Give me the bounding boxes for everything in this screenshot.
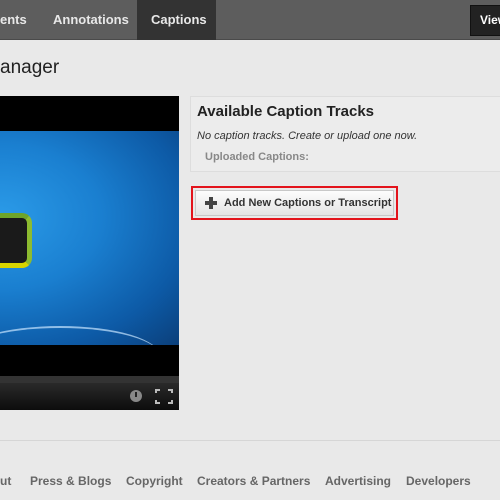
top-nav: ents Annotations Captions View: [0, 0, 500, 40]
windows-logo: [0, 213, 32, 268]
footer-link-creators[interactable]: Creators & Partners: [197, 474, 310, 488]
tab-comments[interactable]: ents: [0, 0, 41, 40]
progress-bar[interactable]: [0, 376, 179, 383]
caption-tracks-panel: Available Caption Tracks No caption trac…: [190, 96, 500, 172]
footer-link-press[interactable]: Press & Blogs: [30, 474, 111, 488]
wallpaper-swoosh: [0, 326, 160, 345]
video-frame: [0, 131, 179, 345]
footer-divider: [0, 440, 500, 441]
fullscreen-icon[interactable]: [155, 389, 173, 404]
footer-link-about[interactable]: ut: [0, 474, 11, 488]
highlight-box: Add New Captions or Transcript: [191, 186, 398, 220]
footer-link-copyright[interactable]: Copyright: [126, 474, 183, 488]
panel-heading: Available Caption Tracks: [197, 103, 375, 120]
video-player[interactable]: [0, 96, 179, 410]
tab-captions[interactable]: Captions: [137, 0, 216, 40]
add-captions-button[interactable]: Add New Captions or Transcript: [195, 190, 394, 216]
footer-link-developers[interactable]: Developers: [406, 474, 471, 488]
plus-icon: [205, 197, 217, 209]
footer-link-advertising[interactable]: Advertising: [325, 474, 391, 488]
tab-annotations[interactable]: Annotations: [53, 0, 129, 40]
player-controls: [0, 383, 179, 410]
uploaded-captions-label: Uploaded Captions:: [205, 151, 309, 163]
clock-icon[interactable]: [130, 390, 142, 402]
add-captions-label: Add New Captions or Transcript: [224, 197, 392, 209]
view-button[interactable]: View: [470, 5, 500, 36]
page-title: anager: [0, 57, 60, 78]
empty-message: No caption tracks. Create or upload one …: [197, 130, 418, 142]
